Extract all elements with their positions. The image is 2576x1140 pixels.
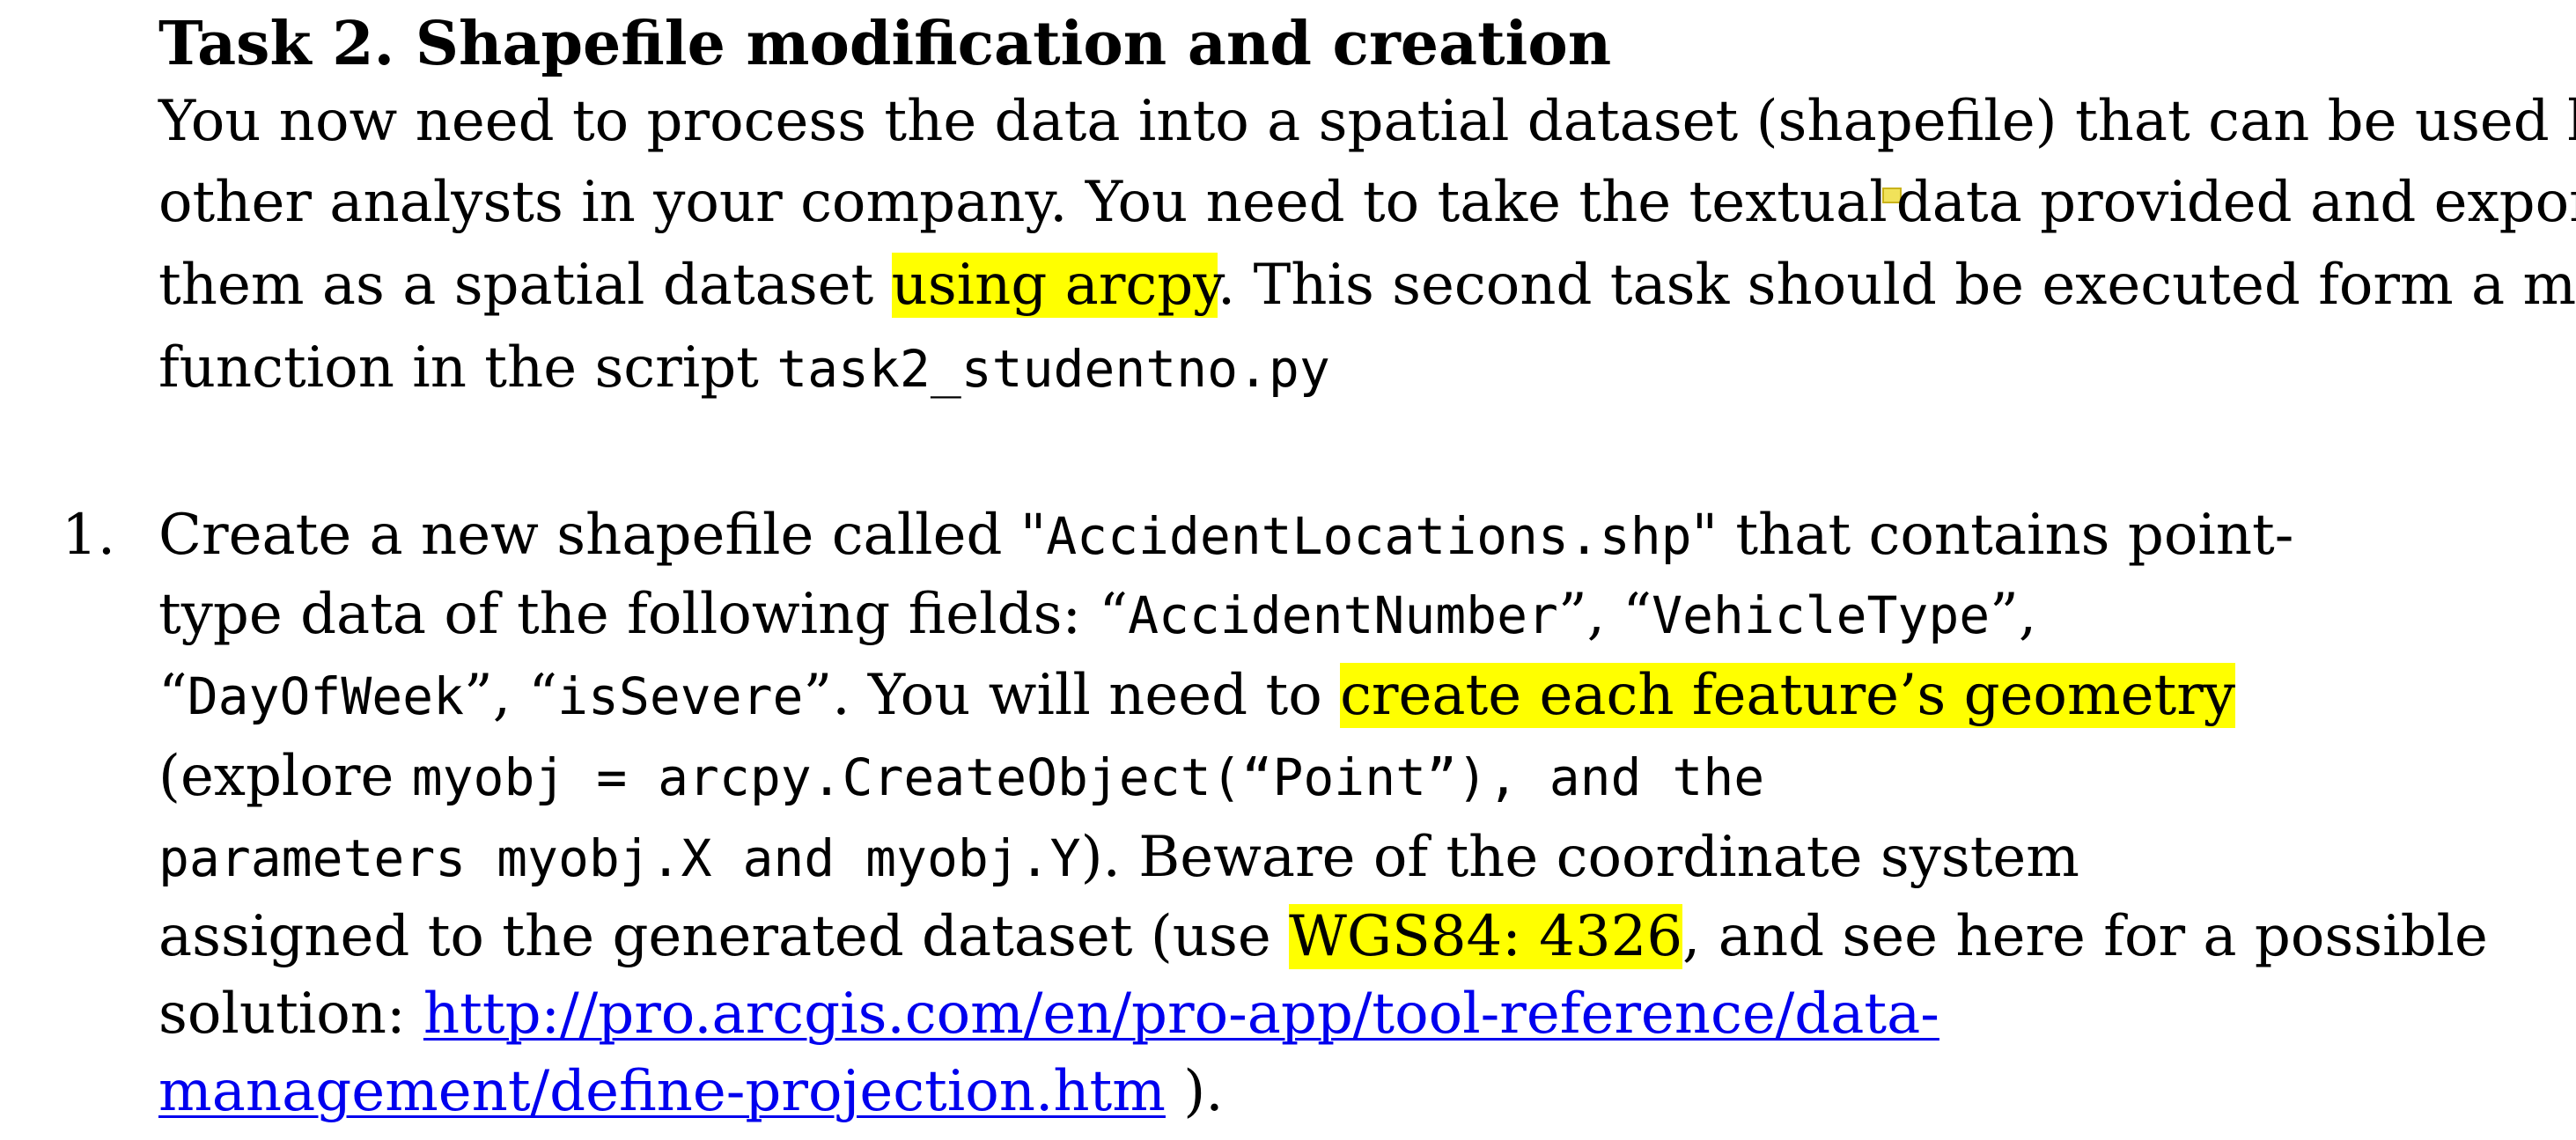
arcgis-link-part-1[interactable]: http://pro.arcgis.com/en/pro-app/tool-re… <box>423 982 1939 1047</box>
item-text: , and see here for a possible <box>1682 904 2488 969</box>
item-text: ). <box>1165 1059 1224 1124</box>
intro-text: other analysts in your company. You need… <box>158 170 1888 235</box>
document-page: Task 2. Shapefile modification and creat… <box>0 0 2576 1140</box>
item-line-5: parameters myobj.X and myobj.Y). Beware … <box>158 820 2079 895</box>
item-line-3: “DayOfWeek”, “isSevere”. You will need t… <box>158 658 2235 733</box>
task-heading: Task 2. Shapefile modification and creat… <box>158 9 1612 79</box>
intro-line-4: function in the script task2_studentno.p… <box>158 331 1330 406</box>
intro-text: them as a spatial dataset <box>158 253 892 318</box>
arcgis-link-part-2[interactable]: management/define-projection.htm <box>158 1059 1166 1124</box>
field-day-of-week-code: DayOfWeek <box>187 666 464 726</box>
item-line-7: solution: http://pro.arcgis.com/en/pro-a… <box>158 977 1939 1051</box>
item-text: ”, “ <box>464 663 558 728</box>
item-line-8: management/define-projection.htm ). <box>158 1055 1224 1129</box>
item-text: type data of the following fields: “ <box>158 582 1129 647</box>
item-text: ”. You will need to <box>803 663 1341 728</box>
field-vehicle-type-code: VehicleType <box>1652 585 1991 645</box>
intro-text: You now need to process the data into a … <box>158 89 2576 154</box>
item-line-1: Create a new shapefile called "AccidentL… <box>158 498 2293 573</box>
list-number: 1. <box>62 503 116 568</box>
highlight-wgs84: WGS84: 4326 <box>1289 904 1683 969</box>
item-text: ). Beware of the coordinate system <box>1080 825 2079 890</box>
item-line-6: assigned to the generated dataset (use W… <box>158 900 2488 974</box>
intro-text: data provided and export <box>1895 170 2576 235</box>
item-text: ”, <box>1990 582 2037 647</box>
shapefile-name-code: AccidentLocations.shp <box>1046 506 1692 566</box>
parameters-code: parameters myobj.X and myobj.Y <box>158 828 1081 888</box>
item-text: " that contains point- <box>1691 503 2294 568</box>
create-object-code: myobj = arcpy.CreateObject(“Point”), and… <box>411 747 1765 807</box>
highlight-create-geometry: create each feature’s geometry <box>1340 663 2235 728</box>
intro-line-2: other analysts in your company. You need… <box>158 165 2576 239</box>
item-text: ”, “ <box>1557 582 1652 647</box>
item-line-4: (explore myobj = arcpy.CreateObject(“Poi… <box>158 739 1764 814</box>
intro-line-3: them as a spatial dataset using arcpy. T… <box>158 248 2576 322</box>
intro-text: function in the script <box>158 335 777 401</box>
intro-text: . This second task should be executed fo… <box>1217 253 2576 318</box>
item-text: assigned to the generated dataset (use <box>158 904 1290 969</box>
highlight-using-arcpy: using arcpy <box>891 253 1218 318</box>
item-text: Create a new shapefile called " <box>158 503 1047 568</box>
item-text: (explore <box>158 744 412 809</box>
script-filename-code: task2_studentno.py <box>776 339 1330 399</box>
intro-line-1: You now need to process the data into a … <box>158 85 2576 158</box>
item-text: solution: <box>158 982 423 1047</box>
item-line-2: type data of the following fields: “Acci… <box>158 577 2036 652</box>
item-text: “ <box>158 663 188 728</box>
field-is-severe-code: isSevere <box>557 666 804 726</box>
field-accident-number-code: AccidentNumber <box>1128 585 1558 645</box>
